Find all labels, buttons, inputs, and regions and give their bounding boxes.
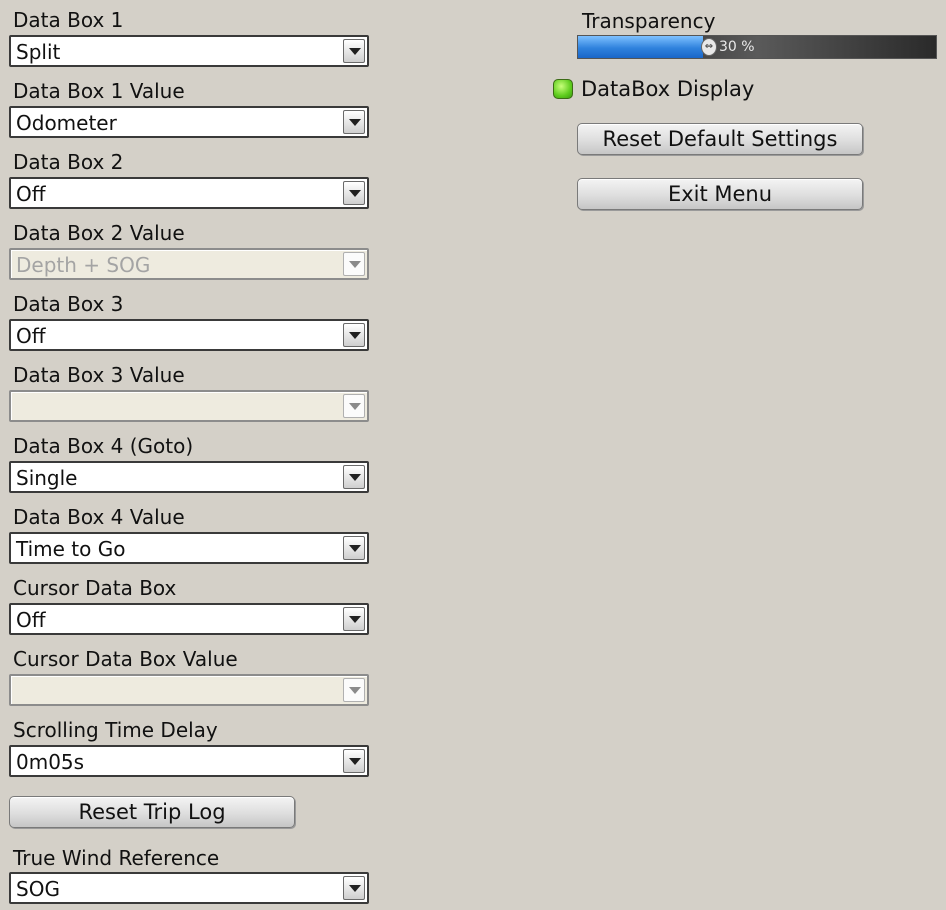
- data-box-1-value: Split: [16, 40, 61, 64]
- data-box-1-value-label: Data Box 1 Value: [13, 79, 185, 103]
- chevron-down-icon[interactable]: [343, 465, 365, 489]
- data-box-4-value-label: Data Box 4 Value: [13, 505, 185, 529]
- cursor-data-box-dropdown[interactable]: Off: [9, 603, 369, 635]
- chevron-down-icon[interactable]: [343, 536, 365, 560]
- data-box-1-label: Data Box 1: [13, 8, 124, 32]
- transparency-slider[interactable]: ⇔ 30 %: [577, 35, 937, 59]
- databox-settings-menu: Data Box 1 Split Data Box 1 Value Odometer D…: [0, 0, 946, 910]
- cursor-data-box-value-label: Cursor Data Box Value: [13, 647, 238, 671]
- true-wind-reference-value: SOG: [16, 877, 60, 901]
- data-box-3-label: Data Box 3: [13, 292, 124, 316]
- scrolling-time-delay-label: Scrolling Time Delay: [13, 718, 218, 742]
- transparency-fill: [578, 36, 703, 58]
- chevron-down-icon[interactable]: [343, 607, 365, 631]
- data-box-3-value: Off: [16, 324, 46, 348]
- true-wind-reference-dropdown[interactable]: SOG: [9, 872, 369, 904]
- scrolling-time-delay-dropdown[interactable]: 0m05s: [9, 745, 369, 777]
- chevron-down-icon[interactable]: [343, 181, 365, 205]
- chevron-down-icon: [343, 678, 365, 702]
- chevron-down-icon: [343, 252, 365, 276]
- chevron-down-icon[interactable]: [343, 323, 365, 347]
- data-box-2-value-dropdown: Depth + SOG: [9, 248, 369, 280]
- data-box-2-value: Off: [16, 182, 46, 206]
- data-box-3-value-dropdown: [9, 390, 369, 422]
- chevron-down-icon[interactable]: [343, 39, 365, 63]
- chevron-down-icon[interactable]: [343, 876, 365, 900]
- data-box-3-dropdown[interactable]: Off: [9, 319, 369, 351]
- data-box-4-value-value: Time to Go: [16, 537, 126, 561]
- exit-menu-button[interactable]: Exit Menu: [577, 178, 863, 210]
- led-checkbox-icon[interactable]: [553, 79, 573, 99]
- slider-thumb-icon[interactable]: ⇔: [701, 38, 717, 56]
- data-box-2-dropdown[interactable]: Off: [9, 177, 369, 209]
- reset-default-settings-button[interactable]: Reset Default Settings: [577, 123, 863, 155]
- data-box-2-value-label: Data Box 2 Value: [13, 221, 185, 245]
- cursor-data-box-label: Cursor Data Box: [13, 576, 177, 600]
- chevron-down-icon[interactable]: [343, 749, 365, 773]
- data-box-2-value-value: Depth + SOG: [16, 253, 151, 277]
- data-box-3-value-label: Data Box 3 Value: [13, 363, 185, 387]
- data-box-1-value-value: Odometer: [16, 111, 117, 135]
- databox-display-label: DataBox Display: [581, 77, 755, 101]
- true-wind-reference-label: True Wind Reference: [13, 846, 220, 870]
- chevron-down-icon: [343, 394, 365, 418]
- data-box-4-goto-dropdown[interactable]: Single: [9, 461, 369, 493]
- data-box-4-goto-label: Data Box 4 (Goto): [13, 434, 194, 458]
- transparency-label: Transparency: [582, 9, 716, 33]
- scrolling-time-delay-value: 0m05s: [16, 750, 85, 774]
- data-box-1-dropdown[interactable]: Split: [9, 35, 369, 67]
- chevron-down-icon[interactable]: [343, 110, 365, 134]
- data-box-4-value-dropdown[interactable]: Time to Go: [9, 532, 369, 564]
- cursor-data-box-value-dropdown: [9, 674, 369, 706]
- data-box-2-label: Data Box 2: [13, 150, 124, 174]
- transparency-value: 30 %: [719, 39, 755, 55]
- reset-trip-log-button[interactable]: Reset Trip Log: [9, 796, 295, 828]
- data-box-4-goto-value: Single: [16, 466, 78, 490]
- data-box-1-value-dropdown[interactable]: Odometer: [9, 106, 369, 138]
- cursor-data-box-value: Off: [16, 608, 46, 632]
